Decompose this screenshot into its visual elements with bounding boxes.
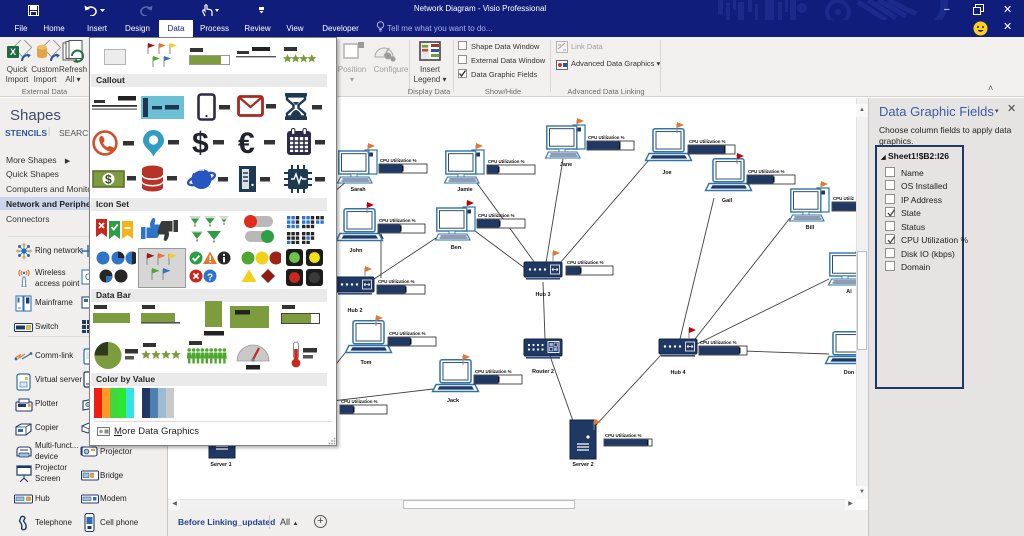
svg-text:Hub 4: Hub 4 [671, 370, 686, 376]
svg-text:Jack: Jack [447, 398, 459, 404]
svg-text:Al: Al [846, 289, 852, 295]
svg-text:CPU Utilization %: CPU Utilization % [341, 399, 378, 404]
svg-text:Hub 3: Hub 3 [536, 292, 551, 298]
svg-text:CPU Utilization %: CPU Utilization % [567, 260, 604, 265]
svg-text:CPU Utilization %: CPU Utilization % [605, 433, 642, 438]
svg-text:CPU Utilization %: CPU Utilization % [488, 159, 525, 164]
svg-text:CPU Utilization %: CPU Utilization % [379, 218, 416, 223]
svg-text:Tom: Tom [361, 360, 372, 366]
svg-text:CPU Utilization %: CPU Utilization % [588, 135, 625, 140]
svg-text:Server 2: Server 2 [572, 462, 593, 468]
svg-text:Don: Don [844, 370, 854, 376]
svg-text:CPU Utilization %: CPU Utilization % [378, 279, 415, 284]
svg-text:Jamie: Jamie [457, 187, 472, 193]
svg-text:Router 2: Router 2 [532, 369, 554, 375]
svg-text:Hub 2: Hub 2 [348, 308, 363, 314]
svg-text:X: X [10, 47, 16, 57]
svg-text:€: € [238, 129, 255, 157]
svg-text:CPU Utilization %: CPU Utilization % [700, 340, 737, 345]
svg-text:$: $ [105, 173, 112, 187]
svg-text:$: $ [192, 129, 209, 157]
svg-text:?: ? [207, 273, 213, 284]
svg-text:Joe: Joe [662, 170, 671, 176]
svg-text:Ben: Ben [451, 245, 461, 251]
svg-text:Server 1: Server 1 [210, 462, 231, 468]
svg-text:CPU Utilization %: CPU Utilization % [689, 139, 726, 144]
svg-text:John: John [350, 248, 363, 254]
svg-text:CPU Utilization %: CPU Utilization % [380, 158, 417, 163]
svg-text:CPU Utiliz: CPU Utiliz [833, 196, 855, 201]
svg-text:Jane: Jane [560, 162, 572, 168]
svg-text:CPU Utilization %: CPU Utilization % [748, 169, 785, 174]
svg-text:CPU Utilization %: CPU Utilization % [475, 369, 512, 374]
svg-text:Sarah: Sarah [351, 187, 366, 193]
svg-text:Gail: Gail [722, 198, 733, 204]
svg-text:Bill: Bill [806, 225, 815, 231]
svg-text:CPU Utilization %: CPU Utilization % [478, 213, 515, 218]
svg-text:CPU Utilization %: CPU Utilization % [389, 331, 426, 336]
